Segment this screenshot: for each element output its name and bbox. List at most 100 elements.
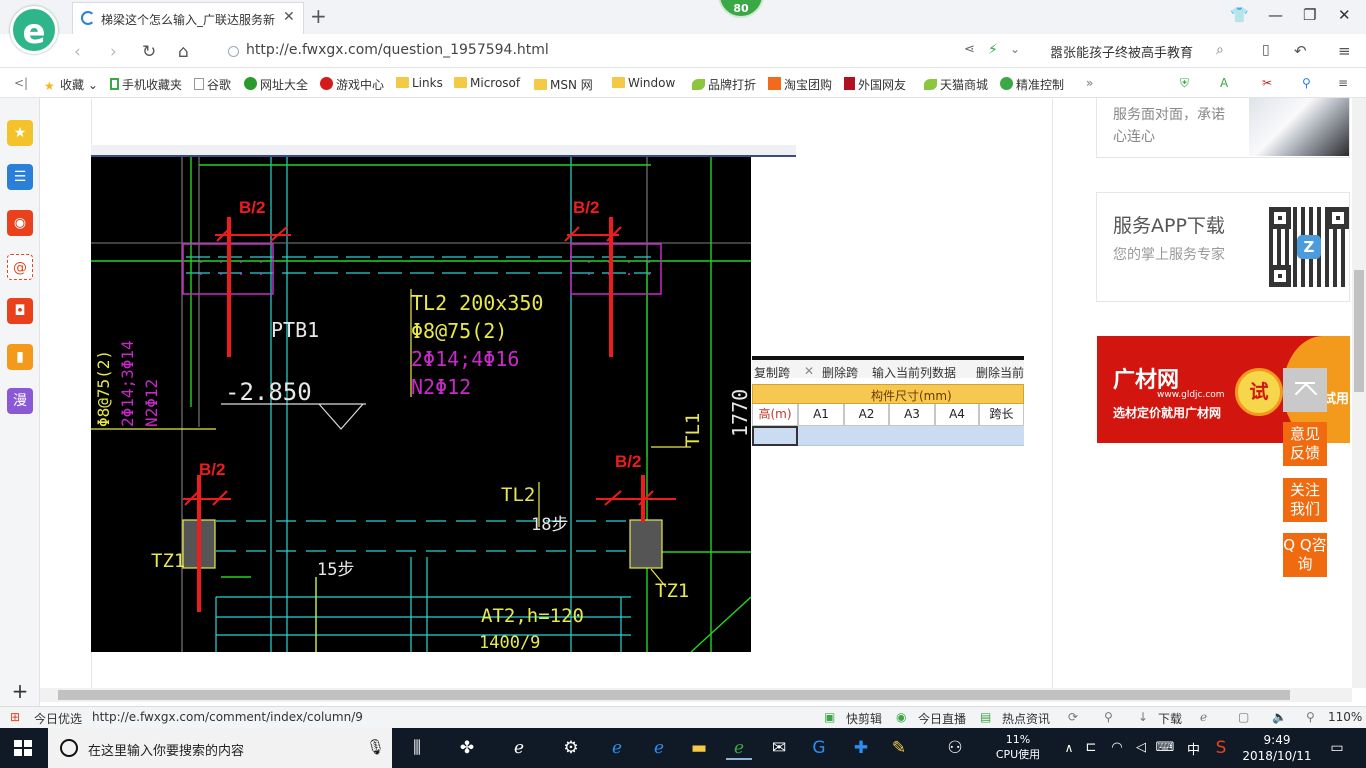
task-view-icon[interactable]: ⫼ (404, 736, 430, 760)
input-column-button[interactable]: 输入当前列数据 (872, 364, 956, 381)
shirt-skin-icon[interactable]: 👕 (1230, 6, 1249, 24)
vertical-scroll-thumb[interactable] (1354, 270, 1364, 392)
horizontal-scroll-thumb[interactable] (58, 690, 1290, 700)
refresh-icon[interactable]: ↻ (142, 42, 156, 62)
gift-icon[interactable]: ⊞ (10, 710, 20, 724)
delete-current-button[interactable]: 删除当前 (976, 364, 1024, 381)
bookmark-tmall[interactable]: 天猫商城 (924, 76, 988, 93)
close-window-button[interactable]: ✕ (1338, 6, 1351, 24)
bookmark-windows[interactable]: Window (612, 76, 675, 90)
browser-tab[interactable]: 梯梁这个怎么输入_广联达服务新 ✕ (72, 2, 304, 34)
weibo-icon[interactable]: ◉ (7, 210, 33, 236)
chevron-down-icon[interactable]: ⌄ (1010, 42, 1020, 56)
home-icon[interactable]: ⌂ (178, 42, 189, 62)
bookmark-games[interactable]: 游戏中心 (320, 76, 384, 93)
url-input[interactable]: http://e.fwxgx.com/question_1957594.html (246, 42, 549, 58)
vertical-scrollbar[interactable] (1352, 98, 1366, 688)
manga-icon[interactable]: 漫 (7, 388, 33, 414)
bookmark-mobile[interactable]: 手机收藏夹 (110, 76, 182, 93)
file-explorer-icon[interactable]: ▬ (686, 736, 712, 760)
network-device-icon[interactable]: ⊏ (1078, 736, 1104, 760)
feedback-button[interactable]: 意见反馈 (1283, 422, 1327, 466)
back-to-top-button[interactable] (1283, 368, 1327, 412)
system-clock[interactable]: 9:49 2018/10/11 (1242, 732, 1312, 764)
ime-indicator[interactable]: 中 (1187, 739, 1200, 758)
cortana-icon[interactable] (60, 739, 78, 757)
translate-icon[interactable]: A (1220, 76, 1228, 90)
mail-icon[interactable]: @ (7, 254, 33, 280)
ie-legacy-icon[interactable]: ℯ (646, 736, 672, 760)
list-icon[interactable]: ☰ (7, 164, 33, 190)
bookmark-favorites[interactable]: ★ 收藏 ⌄ (44, 76, 98, 93)
keyboard-icon[interactable]: ⌨ (1152, 736, 1178, 760)
new-tab-button[interactable]: + (310, 4, 327, 28)
speed-icon[interactable]: ⟳ (1068, 710, 1078, 724)
forward-icon[interactable]: › (110, 42, 117, 62)
edge-icon[interactable]: ℯ (506, 736, 532, 760)
selected-cell[interactable] (752, 426, 798, 446)
tab-close-icon[interactable]: ✕ (283, 9, 295, 25)
cpu-usage[interactable]: 11% CPU使用 (990, 732, 1046, 762)
bookmark-brand-sale[interactable]: 品牌打折 (692, 76, 756, 93)
bookmark-hao[interactable]: 网址大全 (244, 76, 308, 93)
more-menu-icon[interactable]: ≡ (1338, 76, 1348, 90)
horizontal-scrollbar[interactable] (40, 688, 1352, 702)
live-link[interactable]: 今日直播 (918, 710, 966, 727)
2345-browser-icon[interactable]: ℯ (726, 736, 752, 760)
undo-icon[interactable]: ↶ (1294, 42, 1307, 60)
bookmark-microsoft[interactable]: Microsof (454, 76, 520, 90)
search-icon[interactable]: ⌕ (1216, 42, 1224, 58)
grid-data-row[interactable] (752, 426, 1024, 446)
pinwheel-icon[interactable]: ✤ (454, 736, 480, 760)
star-icon[interactable]: ★ (7, 120, 33, 146)
download-link[interactable]: 下载 (1158, 710, 1182, 727)
bookmark-taobao[interactable]: 淘宝团购 (768, 76, 832, 93)
back-icon[interactable]: ‹ (74, 42, 81, 62)
bookmark-foreign[interactable]: 外国网友 (844, 76, 906, 93)
hot-news-link[interactable]: 热点资讯 (1002, 710, 1050, 727)
more-bookmarks-icon[interactable]: » (1086, 76, 1093, 90)
app-download-card[interactable]: 服务APP下载 您的掌上服务专家 Z (1096, 192, 1350, 302)
speaker-icon[interactable]: ◁ (1128, 736, 1154, 760)
ie-icon[interactable]: ℯ (1200, 710, 1207, 724)
people-icon[interactable]: ⚇ (942, 736, 968, 760)
zoom-level[interactable]: 110% (1328, 710, 1362, 724)
collapse-sidebar-icon[interactable]: <| (14, 76, 28, 90)
pin-icon[interactable]: ⚲ (1104, 710, 1113, 724)
restore-button[interactable]: ❐ (1303, 6, 1316, 24)
window-icon[interactable]: ▢ (1238, 710, 1249, 724)
bookmark-precision[interactable]: 精准控制 (1000, 76, 1064, 93)
scissors-icon[interactable]: ✂ (1262, 76, 1272, 90)
mail-taskbar-icon[interactable]: ✉ (766, 736, 792, 760)
taskbar-search[interactable]: 在这里输入你要搜索的内容 🎙 (48, 728, 392, 768)
settings-app-icon[interactable]: ⚙ (558, 736, 584, 760)
notification-icon[interactable]: ▭ (1324, 736, 1350, 760)
lightning-icon[interactable]: ⚡ (988, 42, 998, 58)
phone-icon[interactable]: ▯ (1262, 42, 1270, 58)
add-icon[interactable]: + (7, 678, 33, 704)
minimize-button[interactable]: — (1268, 6, 1283, 24)
bookmark-msn[interactable]: MSN 网 (534, 76, 593, 93)
microphone-icon[interactable]: 🎙 (366, 738, 385, 756)
quick-clip-link[interactable]: 快剪辑 (846, 710, 882, 727)
notes-app-icon[interactable]: ✎ (886, 736, 912, 760)
plus-app-icon[interactable]: ✚ (848, 736, 874, 760)
daily-pick-link[interactable]: 今日优选 (34, 710, 82, 727)
glodon-icon[interactable]: G (806, 736, 832, 760)
menu-icon[interactable]: ≡ (1338, 42, 1351, 60)
taskbar-search-input[interactable]: 在这里输入你要搜索的内容 (88, 740, 244, 759)
wifi-icon[interactable]: ◠ (1104, 736, 1130, 760)
volume-icon[interactable]: 🔈 (1272, 710, 1287, 724)
qq-consult-button[interactable]: Q Q咨询 (1283, 533, 1327, 577)
windows-start-icon[interactable] (14, 740, 32, 756)
sogou-icon[interactable]: S (1208, 736, 1234, 760)
magnifier-icon[interactable]: ⚲ (1302, 76, 1311, 90)
book-icon[interactable]: ▮ (7, 344, 33, 370)
browser-logo[interactable]: e (10, 6, 58, 54)
follow-us-button[interactable]: 关注我们 (1283, 478, 1327, 522)
delete-span-button[interactable]: 删除跨 (822, 364, 858, 381)
ie-taskbar-icon[interactable]: ℯ (604, 736, 630, 760)
shield-icon[interactable]: ⛨ (1180, 76, 1189, 91)
service-card[interactable]: 服务面对面，承诺心连心 (1096, 98, 1350, 158)
news-ticker[interactable]: 嚣张能孩子终被高手教育 (1050, 42, 1193, 61)
